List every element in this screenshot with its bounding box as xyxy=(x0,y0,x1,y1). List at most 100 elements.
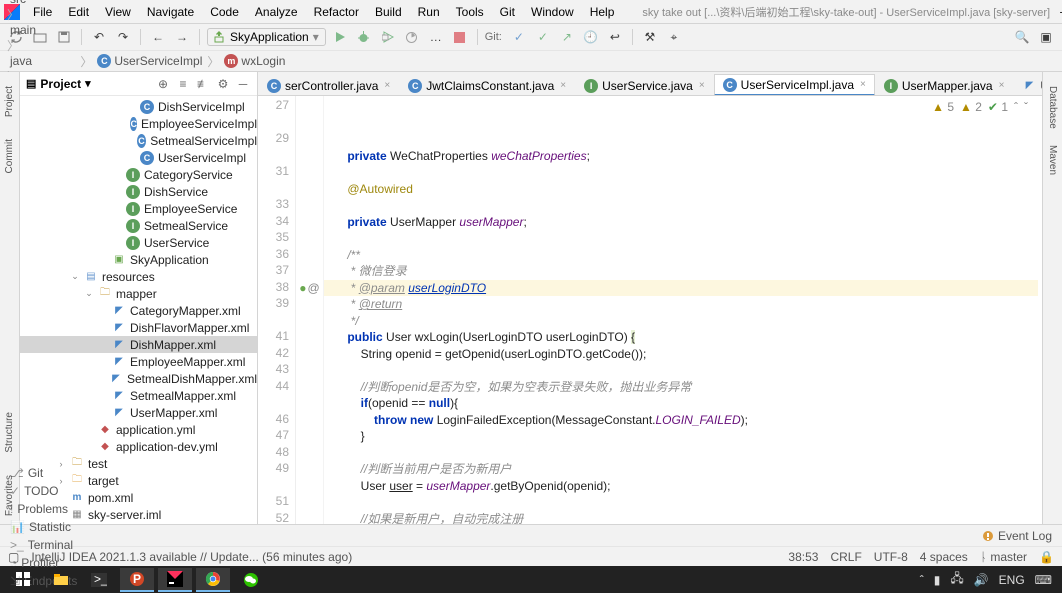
tree-item[interactable]: ◤CategoryMapper.xml xyxy=(20,302,257,319)
tool-tab-database[interactable]: Database xyxy=(1045,78,1060,137)
menu-help[interactable]: Help xyxy=(582,3,623,21)
line-separator[interactable]: CRLF xyxy=(830,550,861,564)
redo-icon[interactable]: ↷ xyxy=(113,27,133,47)
search-everywhere-icon[interactable]: ⌖ xyxy=(664,27,684,47)
tree-item[interactable]: CDishServiceImpl xyxy=(20,98,257,115)
tool-tab-project[interactable]: Project xyxy=(2,78,17,125)
taskbar-explorer-icon[interactable] xyxy=(44,568,78,592)
tab-close-icon[interactable]: × xyxy=(560,80,566,91)
memory-indicator-icon[interactable]: 🔒 xyxy=(1039,550,1054,564)
system-tray[interactable]: ˆ ▮ 🖧 🔊 ENG ⌨ xyxy=(920,569,1056,590)
tray-ime-icon[interactable]: ⌨ xyxy=(1035,573,1052,587)
git-rollback-icon[interactable]: ↩ xyxy=(605,27,625,47)
tray-battery-icon[interactable]: ▮ xyxy=(934,573,941,587)
indent-setting[interactable]: 4 spaces xyxy=(920,550,968,564)
code-editor[interactable]: 5 2 1 ˆ ˇ private WeChatProperties weCha… xyxy=(324,96,1042,524)
breadcrumb-method[interactable]: mwxLogin xyxy=(220,54,289,68)
tree-item[interactable]: CUserServiceImpl xyxy=(20,149,257,166)
next-highlight-icon[interactable]: ˇ xyxy=(1024,99,1028,116)
editor-tab[interactable]: CJwtClaimsConstant.java× xyxy=(399,74,575,96)
tab-close-icon[interactable]: × xyxy=(999,80,1005,91)
forward-icon[interactable]: → xyxy=(172,27,192,47)
event-log-tab[interactable]: Event Log xyxy=(982,529,1062,543)
file-encoding[interactable]: UTF-8 xyxy=(874,550,908,564)
run-config-selector[interactable]: SkyApplication ▾ xyxy=(207,28,326,46)
line-number-gutter[interactable]: 2729313334353637383941424344464748495152… xyxy=(258,96,296,524)
menu-tools[interactable]: Tools xyxy=(448,3,492,21)
menu-code[interactable]: Code xyxy=(202,3,247,21)
menu-refactor[interactable]: Refactor xyxy=(306,3,367,21)
tree-item[interactable]: IDishService xyxy=(20,183,257,200)
bottom-tab-git[interactable]: ⎇Git xyxy=(0,464,87,482)
tree-item[interactable]: ◤SetmealMapper.xml xyxy=(20,387,257,404)
tree-item[interactable]: ◤EmployeeMapper.xml xyxy=(20,353,257,370)
expand-all-icon[interactable]: ≡ xyxy=(175,76,191,92)
git-update-icon[interactable]: ✓ xyxy=(509,27,529,47)
taskbar-terminal-icon[interactable]: >_ xyxy=(82,568,116,592)
bottom-tab-statistic[interactable]: 📊Statistic xyxy=(0,518,87,536)
tool-tab-commit[interactable]: Commit xyxy=(2,131,17,181)
tray-expand-icon[interactable]: ˆ xyxy=(920,573,924,587)
sync-icon[interactable] xyxy=(6,27,26,47)
editor-tab[interactable]: ◤UserMapper.xml× xyxy=(1013,74,1042,96)
tree-item[interactable]: ⌄▤resources xyxy=(20,268,257,285)
editor-tab[interactable]: IUserService.java× xyxy=(575,74,714,96)
stop-icon[interactable] xyxy=(450,27,470,47)
caret-position[interactable]: 38:53 xyxy=(788,550,818,564)
breadcrumb-class[interactable]: CUserServiceImpl xyxy=(93,54,206,68)
profile-icon[interactable] xyxy=(402,27,422,47)
editor-tab[interactable]: IUserMapper.java× xyxy=(875,74,1014,96)
editor-tab[interactable]: CserController.java× xyxy=(258,74,399,96)
collapse-all-icon[interactable]: ≢ xyxy=(195,76,211,92)
editor-tab[interactable]: CUserServiceImpl.java× xyxy=(714,74,875,96)
tree-item[interactable]: CEmployeeServiceImpl xyxy=(20,115,257,132)
git-branch[interactable]: ᚿ master xyxy=(980,550,1027,564)
menu-analyze[interactable]: Analyze xyxy=(247,3,306,21)
tray-network-icon[interactable]: 🖧 xyxy=(950,569,963,590)
menu-run[interactable]: Run xyxy=(410,3,448,21)
tree-item[interactable]: ◤SetmealDishMapper.xml xyxy=(20,370,257,387)
tree-chevron-icon[interactable]: ⌄ xyxy=(84,288,94,299)
taskbar-chrome-icon[interactable] xyxy=(196,568,230,592)
gutter-icons[interactable]: ●@ xyxy=(296,96,324,524)
inspection-indicator[interactable]: 5 2 1 ˆ ˇ xyxy=(932,99,1028,116)
menu-build[interactable]: Build xyxy=(367,3,410,21)
git-history-icon[interactable]: 🕘 xyxy=(581,27,601,47)
project-tree[interactable]: CDishServiceImplCEmployeeServiceImplCSet… xyxy=(20,96,257,524)
git-commit-icon[interactable]: ✓ xyxy=(533,27,553,47)
tree-item[interactable]: ◆application-dev.yml xyxy=(20,438,257,455)
tree-item[interactable]: ICategoryService xyxy=(20,166,257,183)
tree-chevron-icon[interactable]: ⌄ xyxy=(70,271,80,282)
status-message[interactable]: IntelliJ IDEA 2021.1.3 available // Upda… xyxy=(31,550,776,564)
tab-close-icon[interactable]: × xyxy=(384,80,390,91)
tree-item[interactable]: ▣SkyApplication xyxy=(20,251,257,268)
panel-settings-icon[interactable]: ⚙ xyxy=(215,76,231,92)
menu-navigate[interactable]: Navigate xyxy=(139,3,202,21)
coverage-icon[interactable] xyxy=(378,27,398,47)
tree-item[interactable]: IUserService xyxy=(20,234,257,251)
run-icon[interactable] xyxy=(330,27,350,47)
tree-item[interactable]: IEmployeeService xyxy=(20,200,257,217)
menu-view[interactable]: View xyxy=(97,3,139,21)
tab-close-icon[interactable]: × xyxy=(860,79,866,90)
tree-item[interactable]: ◆application.yml xyxy=(20,421,257,438)
menu-git[interactable]: Git xyxy=(492,3,523,21)
build-icon[interactable]: ⚒ xyxy=(640,27,660,47)
tree-item[interactable]: ◤UserMapper.xml xyxy=(20,404,257,421)
git-push-icon[interactable]: ↗ xyxy=(557,27,577,47)
back-icon[interactable]: ← xyxy=(148,27,168,47)
tree-item[interactable]: ISetmealService xyxy=(20,217,257,234)
search-icon[interactable]: 🔍 xyxy=(1012,27,1032,47)
taskbar-wechat-icon[interactable] xyxy=(234,568,268,592)
tool-tab-maven[interactable]: Maven xyxy=(1045,137,1060,183)
bottom-tab-todo[interactable]: ✓TODO xyxy=(0,482,87,500)
debug-icon[interactable] xyxy=(354,27,374,47)
select-opened-icon[interactable]: ⊕ xyxy=(155,76,171,92)
breadcrumb-segment[interactable]: java xyxy=(6,54,79,68)
tree-item[interactable]: ◤DishMapper.xml xyxy=(20,336,257,353)
attach-icon[interactable]: … xyxy=(426,27,446,47)
settings-icon[interactable]: ▣ xyxy=(1036,27,1056,47)
taskbar-powerpoint-icon[interactable]: P xyxy=(120,568,154,592)
tree-item[interactable]: ◤DishFlavorMapper.xml xyxy=(20,319,257,336)
tray-volume-icon[interactable]: 🔊 xyxy=(974,573,989,587)
